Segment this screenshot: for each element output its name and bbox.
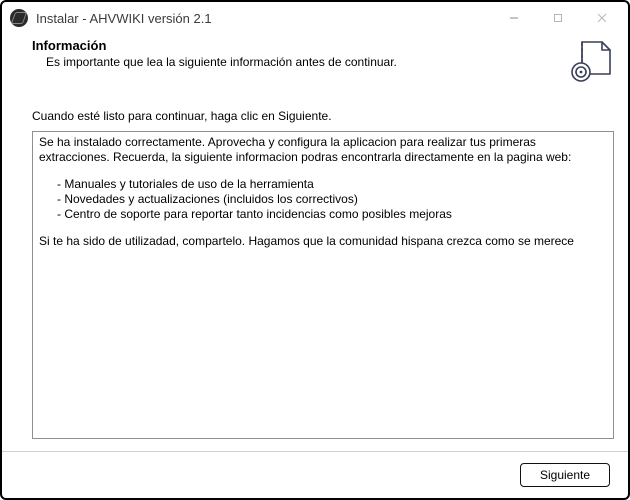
window-controls [492, 3, 624, 33]
info-bullet: Novedades y actualizaciones (incluidos l… [57, 192, 607, 207]
page-body: Cuando esté listo para continuar, haga c… [2, 87, 628, 439]
footer: Siguiente [2, 452, 628, 498]
page-heading: Información [32, 38, 564, 53]
app-icon [10, 9, 28, 27]
info-bullet: Manuales y tutoriales de uso de la herra… [57, 177, 607, 192]
maximize-button[interactable] [536, 3, 580, 33]
window-title: Instalar - AHVWIKI versión 2.1 [36, 11, 492, 26]
titlebar: Instalar - AHVWIKI versión 2.1 [2, 2, 628, 34]
information-textbox[interactable]: Se ha instalado correctamente. Aprovecha… [32, 131, 614, 439]
next-button[interactable]: Siguiente [520, 463, 610, 487]
info-box-icon [568, 38, 614, 87]
continue-prompt: Cuando esté listo para continuar, haga c… [32, 109, 614, 123]
installer-window: Instalar - AHVWIKI versión 2.1 Informaci… [0, 0, 630, 500]
info-paragraph: Se ha instalado correctamente. Aprovecha… [39, 135, 607, 165]
page-header: Información Es importante que lea la sig… [2, 34, 628, 87]
info-paragraph: Si te ha sido de utilizadad, compartelo.… [39, 234, 607, 249]
close-button[interactable] [580, 3, 624, 33]
info-bullet: Centro de soporte para reportar tanto in… [57, 207, 607, 222]
page-subheading: Es importante que lea la siguiente infor… [46, 55, 564, 69]
info-bullets: Manuales y tutoriales de uso de la herra… [57, 177, 607, 222]
minimize-button[interactable] [492, 3, 536, 33]
